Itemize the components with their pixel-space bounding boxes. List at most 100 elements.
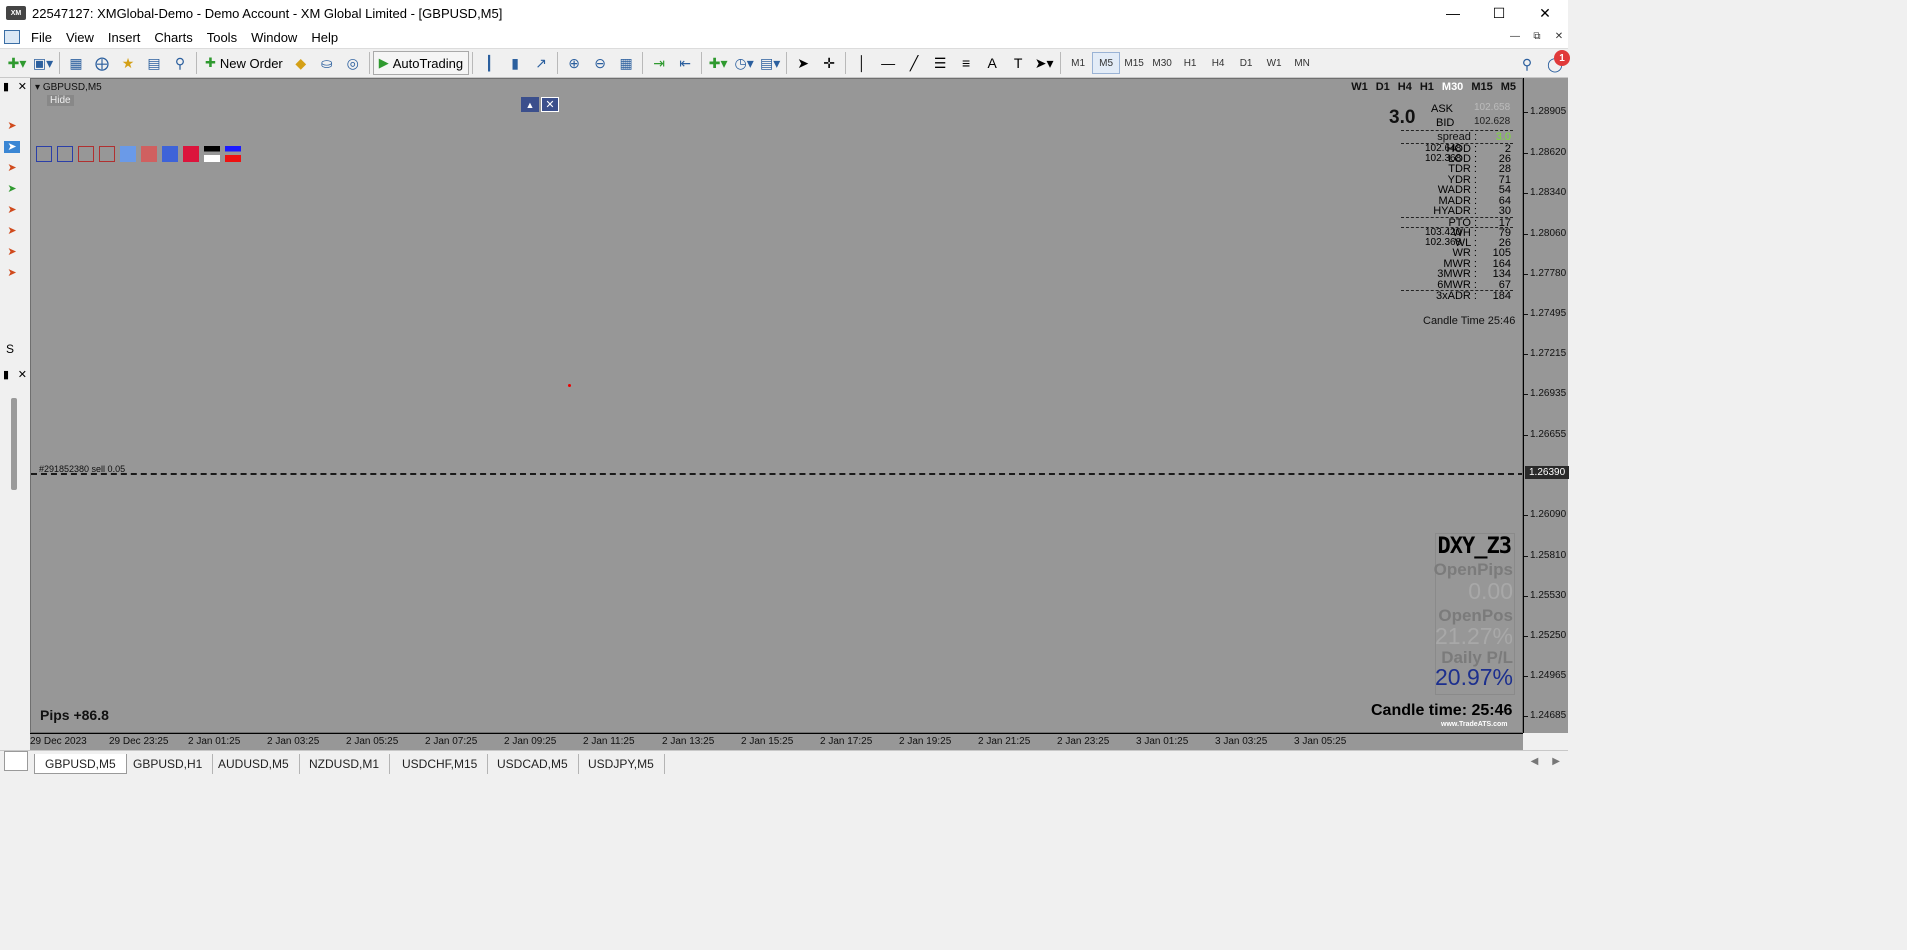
vertical-line-icon[interactable]: │ [849,51,875,75]
fibonacci-icon[interactable]: ≡ [953,51,979,75]
order-line[interactable] [31,473,1522,475]
equidistant-channel-icon[interactable]: ☰ [927,51,953,75]
swatch-crimson[interactable] [183,146,199,162]
chart-window-icon[interactable] [4,30,20,44]
price-axis[interactable]: 1.28905 1.28620 1.28340 1.28060 1.27780 1.274… [1523,78,1569,733]
data-window-icon[interactable]: ⨁ [89,51,115,75]
swatch-outline-red[interactable] [99,146,115,162]
cursor-icon[interactable]: ➤ [790,51,816,75]
new-chart-icon[interactable]: ✚▾ [4,51,30,75]
chart-tab[interactable]: USDCHF,M15 [392,754,489,774]
panel-close-icon[interactable]: ✕ [18,80,27,94]
chart-tab[interactable]: GBPUSD,M5 [34,754,127,774]
bar-chart-icon[interactable]: ┃ [476,51,502,75]
tf-strip-h1[interactable]: H1 [1420,81,1434,93]
signal-arrow-icon[interactable]: ➤ [4,225,20,237]
chart-shift-icon[interactable]: ⇤ [672,51,698,75]
text-icon[interactable]: A [979,51,1005,75]
swatch-outline-red[interactable] [78,146,94,162]
auto-scroll-icon[interactable]: ⇥ [646,51,672,75]
menu-insert[interactable]: Insert [101,30,148,45]
pin-icon[interactable]: ▮ [3,80,9,94]
mdi-close-icon[interactable]: ✕ [1550,28,1568,44]
signal-arrow-icon[interactable]: ➤ [4,141,20,153]
timeframe-m1[interactable]: M1 [1064,52,1092,74]
crosshair-icon[interactable]: ✛ [816,51,842,75]
tf-strip-h4[interactable]: H4 [1398,81,1412,93]
chart-tab[interactable]: USDJPY,M5 [578,754,665,774]
chat-icon[interactable]: ◯ 1 [1542,50,1570,76]
swatch-light-blue[interactable] [120,146,136,162]
text-label-icon[interactable]: T [1005,51,1031,75]
zoom-in-icon[interactable]: ⊕ [561,51,587,75]
templates-icon[interactable]: ▤▾ [757,51,783,75]
tab-scroll-left-icon[interactable]: ◀ [1531,756,1539,767]
panel-close-icon[interactable]: ✕ [18,368,27,382]
tab-scroll-right-icon[interactable]: ▶ [1552,756,1560,767]
timeframe-h1[interactable]: H1 [1176,52,1204,74]
zoom-out-icon[interactable]: ⊖ [587,51,613,75]
swatch-blue[interactable] [162,146,178,162]
swatch-black-white[interactable] [204,146,220,162]
maximize-icon[interactable]: ☐ [1476,0,1522,26]
menu-charts[interactable]: Charts [147,30,199,45]
timeframe-m5[interactable]: M5 [1092,52,1121,74]
mdi-minimize-icon[interactable]: — [1506,28,1524,44]
terminal-icon[interactable]: ▤ [141,51,167,75]
mdi-restore-icon[interactable]: ⧉ [1528,28,1546,44]
signal-arrow-icon[interactable]: ➤ [4,204,20,216]
collapse-up-icon[interactable]: ▲ [521,97,539,112]
swatch-blue-red[interactable] [225,146,241,162]
menu-help[interactable]: Help [304,30,345,45]
chart-tab[interactable]: AUDUSD,M5 [208,754,300,774]
market-icon[interactable]: ⛀ [314,51,340,75]
hide-button[interactable]: Hide [47,95,74,106]
line-chart-icon[interactable]: ↗ [528,51,554,75]
time-axis[interactable]: 29 Dec 2023 29 Dec 23:25 2 Jan 01:25 2 Jan … [30,733,1523,750]
tf-strip-m5[interactable]: M5 [1501,81,1516,93]
chart-area[interactable]: ▾ GBPUSD,M5 Hide ▲ ✕ #291852380 sell 0.0… [30,78,1523,733]
swatch-outline-blue[interactable] [57,146,73,162]
market-watch-icon[interactable]: ▦ [63,51,89,75]
signal-arrow-icon[interactable]: ➤ [4,246,20,258]
periods-icon[interactable]: ◷▾ [731,51,757,75]
chart-tab[interactable]: NZDUSD,M1 [299,754,391,774]
navigator-icon[interactable]: ★ [115,51,141,75]
signal-arrow-icon[interactable]: ➤ [4,120,20,132]
menu-file[interactable]: File [24,30,59,45]
signal-arrow-icon[interactable]: ➤ [4,267,20,279]
timeframe-m15[interactable]: M15 [1120,52,1148,74]
pin-icon[interactable]: ▮ [3,368,9,382]
signal-arrow-icon[interactable]: ➤ [4,162,20,174]
horizontal-line-icon[interactable]: — [875,51,901,75]
swatch-outline-blue[interactable] [36,146,52,162]
metaeditor-icon[interactable]: ◆ [288,51,314,75]
panel-side-label[interactable]: S [6,342,14,356]
swatch-light-red[interactable] [141,146,157,162]
strategy-tester-icon[interactable]: ⚲ [167,51,193,75]
tile-windows-icon[interactable]: ▦ [613,51,639,75]
timeframe-h4[interactable]: H4 [1204,52,1232,74]
tf-strip-m30[interactable]: M30 [1442,81,1463,93]
indicators-icon[interactable]: ✚▾ [705,51,731,75]
panel-scrollbar[interactable] [11,398,17,490]
chart-tab[interactable]: USDCAD,M5 [487,754,579,774]
tf-strip-m15[interactable]: M15 [1471,81,1492,93]
profiles-icon[interactable]: ▣▾ [30,51,56,75]
tf-strip-w1[interactable]: W1 [1351,81,1368,93]
chart-tab[interactable]: GBPUSD,H1 [123,754,214,774]
menu-window[interactable]: Window [244,30,304,45]
timeframe-m30[interactable]: M30 [1148,52,1176,74]
trendline-icon[interactable]: ╱ [901,51,927,75]
new-order-button[interactable]: ✚ New Order [200,51,288,75]
autotrading-button[interactable]: ▶ AutoTrading [372,51,470,75]
signals-icon[interactable]: ◎ [340,51,366,75]
minimize-icon[interactable]: — [1430,0,1476,26]
close-icon[interactable]: ✕ [1522,0,1568,26]
search-icon[interactable]: ⚲ [1514,52,1540,76]
menu-view[interactable]: View [59,30,101,45]
timeframe-mn[interactable]: MN [1288,52,1316,74]
timeframe-w1[interactable]: W1 [1260,52,1288,74]
arrows-icon[interactable]: ➤▾ [1031,51,1057,75]
menu-tools[interactable]: Tools [200,30,244,45]
